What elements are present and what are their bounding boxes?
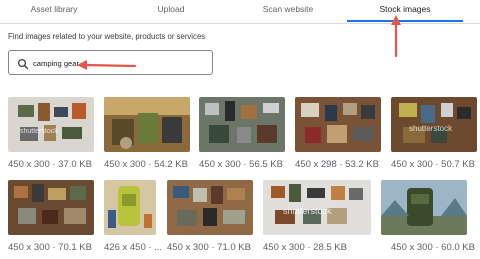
image-caption-1: 450 x 300 · 37.0 KB [8,159,92,170]
stock-image-4[interactable] [295,97,381,152]
tab-asset-library[interactable]: Asset library [0,0,108,23]
search-box[interactable] [8,50,213,75]
search-icon [17,57,29,70]
stock-image-9[interactable]: shutterstock [263,180,371,235]
image-caption-7: 426 x 450 · ... [104,242,163,253]
image-caption-2: 450 x 300 · 54.2 KB [104,159,188,170]
watermark: shutterstock [409,124,453,133]
stock-image-6[interactable] [8,180,94,235]
search-hint: Find images related to your website, pro… [8,32,206,41]
image-caption-10: 450 x 300 · 60.0 KB [391,242,475,253]
stock-image-2[interactable] [104,97,190,152]
watermark: shutterstock [283,206,332,216]
image-caption-4: 450 x 298 · 53.2 KB [295,159,379,170]
stock-image-1[interactable]: shutterstock [8,97,94,152]
tab-scan-website[interactable]: Scan website [228,0,348,23]
image-caption-9: 450 x 300 · 28.5 KB [263,242,347,253]
stock-image-10[interactable] [381,180,467,235]
stock-image-3[interactable] [199,97,285,152]
image-caption-6: 450 x 300 · 70.1 KB [8,242,92,253]
tab-upload[interactable]: Upload [112,0,230,23]
image-caption-8: 450 x 300 · 71.0 KB [167,242,251,253]
stock-image-8[interactable] [167,180,253,235]
tab-bar: Asset library Upload Scan website Stock … [0,0,480,24]
stock-image-5[interactable]: shutterstock [391,97,477,152]
search-input[interactable] [33,56,209,70]
image-caption-5: 450 x 300 · 50.7 KB [391,159,475,170]
active-tab-indicator [347,20,463,22]
stock-image-7[interactable] [104,180,156,235]
image-caption-3: 450 x 300 · 56.5 KB [199,159,283,170]
watermark: shutterstock [20,128,58,135]
